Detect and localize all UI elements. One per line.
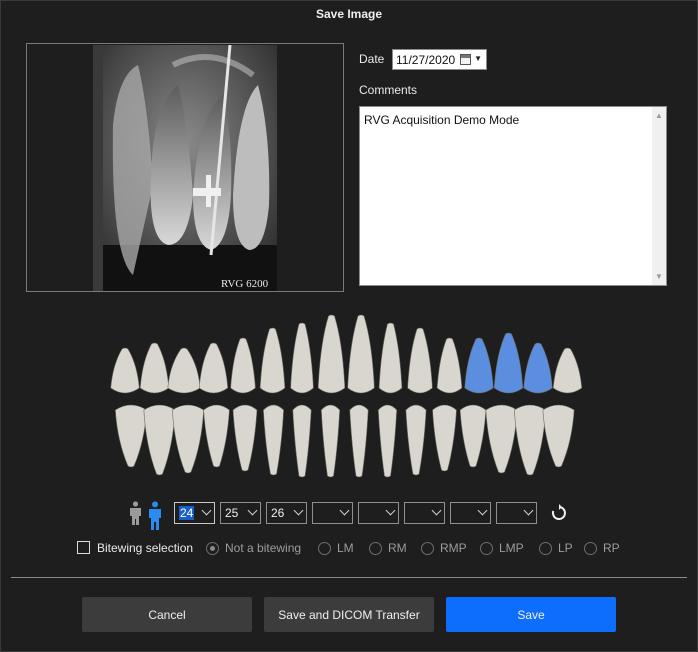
tooth-number-dropdown-6[interactable] <box>404 502 445 524</box>
date-picker[interactable]: 11/27/2020 ▼ <box>392 49 487 70</box>
divider <box>11 577 687 578</box>
save-dicom-transfer-button[interactable]: Save and DICOM Transfer <box>264 597 434 632</box>
bitewing-radio-label: LP <box>558 541 573 555</box>
lower-tooth[interactable] <box>263 404 284 476</box>
lower-tooth[interactable] <box>320 404 341 478</box>
lower-tooth[interactable] <box>349 404 369 478</box>
dialog-title: Save Image <box>315 7 383 21</box>
bitewing-radio-label: Not a bitewing <box>225 541 302 555</box>
tooth-number-dropdown-1[interactable]: 24 <box>174 502 215 524</box>
upper-tooth[interactable] <box>110 347 140 394</box>
dental-chart[interactable] <box>101 306 591 491</box>
lower-tooth[interactable] <box>115 404 147 468</box>
upper-tooth[interactable] <box>523 342 553 394</box>
chevron-down-icon <box>477 505 488 516</box>
tooth-number-value: 25 <box>225 506 239 520</box>
scroll-down-icon[interactable]: ▼ <box>655 272 663 281</box>
bitewing-radio-lm[interactable] <box>318 542 331 555</box>
date-label: Date <box>359 52 385 66</box>
bitewing-radio-label: LMP <box>499 541 524 555</box>
bitewing-radio-label: RM <box>388 541 407 555</box>
lower-tooth[interactable] <box>172 404 204 474</box>
lower-tooth[interactable] <box>459 404 487 468</box>
upper-tooth[interactable] <box>378 322 403 394</box>
comments-textarea[interactable]: RVG Acquisition Demo Mode <box>359 106 667 286</box>
upper-tooth[interactable] <box>347 314 375 394</box>
comments-scrollbar[interactable]: ▲ ▼ <box>652 107 666 285</box>
upper-tooth[interactable] <box>230 337 256 394</box>
upper-tooth[interactable] <box>552 347 583 394</box>
cancel-button[interactable]: Cancel <box>82 597 252 632</box>
upper-tooth[interactable] <box>259 327 286 394</box>
bitewing-radio-rm[interactable] <box>369 542 382 555</box>
dropdown-arrow-icon[interactable]: ▼ <box>474 54 482 63</box>
date-value: 11/27/2020 <box>396 53 456 67</box>
upper-tooth[interactable] <box>493 332 524 394</box>
chevron-down-icon <box>385 505 396 516</box>
bitewing-radio-label: LM <box>337 541 354 555</box>
lower-tooth[interactable] <box>143 404 176 476</box>
tooth-number-dropdown-8[interactable] <box>496 502 537 524</box>
adult-patient-icon[interactable] <box>128 501 143 525</box>
tooth-number-dropdown-5[interactable] <box>358 502 399 524</box>
upper-tooth[interactable] <box>464 337 494 394</box>
bitewing-radio-label: RMP <box>440 541 467 555</box>
xray-image: RVG 6200 <box>93 45 277 291</box>
bitewing-radio-rmp[interactable] <box>421 542 434 555</box>
reset-icon[interactable] <box>549 503 569 523</box>
chevron-down-icon <box>523 505 534 516</box>
chevron-down-icon <box>201 505 212 516</box>
tooth-number-value: 26 <box>271 506 285 520</box>
xray-preview-frame: RVG 6200 <box>26 43 344 292</box>
lower-tooth[interactable] <box>405 404 427 476</box>
upper-tooth[interactable] <box>436 337 463 394</box>
bitewing-label: Bitewing selection <box>97 541 194 555</box>
comments-label: Comments <box>359 83 418 97</box>
upper-tooth[interactable] <box>317 314 346 394</box>
tooth-number-dropdown-4[interactable] <box>312 502 353 524</box>
upper-tooth[interactable] <box>167 347 201 394</box>
tooth-number-dropdown-7[interactable] <box>450 502 491 524</box>
child-patient-icon[interactable] <box>147 501 163 530</box>
tooth-number-dropdown-2[interactable]: 25 <box>220 502 261 524</box>
upper-tooth[interactable] <box>290 322 314 394</box>
bitewing-radio-label: RP <box>603 541 620 555</box>
lower-tooth[interactable] <box>514 404 546 476</box>
lower-tooth[interactable] <box>292 404 312 478</box>
lower-tooth[interactable] <box>485 404 518 474</box>
bitewing-radio-lmp[interactable] <box>480 542 493 555</box>
lower-tooth[interactable] <box>542 404 575 468</box>
upper-tooth[interactable] <box>139 342 170 394</box>
bitewing-radio-lp[interactable] <box>539 542 552 555</box>
tooth-number-dropdown-3[interactable]: 26 <box>266 502 307 524</box>
chevron-down-icon <box>293 505 304 516</box>
lower-tooth[interactable] <box>203 404 230 468</box>
save-image-dialog: Save Image RVG 6200 Date 11/27/2020 ▼ Co… <box>0 0 698 652</box>
chevron-down-icon <box>247 505 258 516</box>
bitewing-checkbox[interactable] <box>77 541 90 554</box>
save-button[interactable]: Save <box>446 597 616 632</box>
chevron-down-icon <box>339 505 350 516</box>
lower-tooth[interactable] <box>232 404 258 472</box>
bitewing-radio-rp[interactable] <box>584 542 597 555</box>
upper-tooth[interactable] <box>407 327 433 394</box>
lower-tooth[interactable] <box>377 404 398 478</box>
chevron-down-icon <box>431 505 442 516</box>
upper-tooth[interactable] <box>198 342 229 394</box>
tooth-number-value: 24 <box>179 506 195 520</box>
calendar-icon[interactable] <box>460 54 471 65</box>
lower-tooth[interactable] <box>432 404 457 472</box>
bitewing-radio-not-a-bitewing[interactable] <box>206 542 219 555</box>
xray-watermark: RVG 6200 <box>221 278 269 290</box>
scroll-up-icon[interactable]: ▲ <box>655 111 663 120</box>
